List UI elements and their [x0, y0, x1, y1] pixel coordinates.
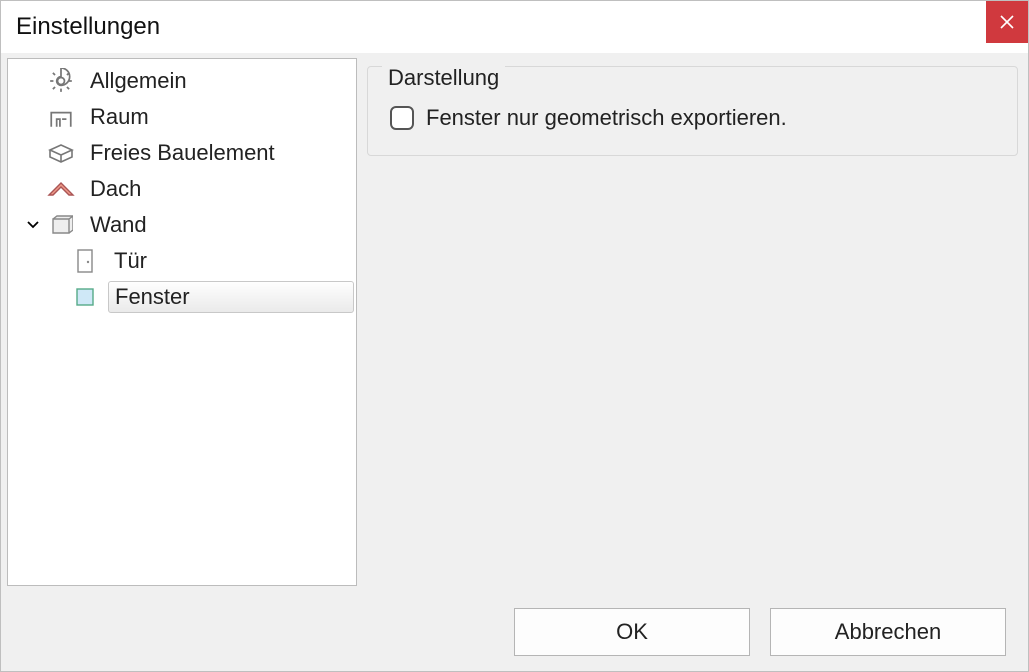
wall-icon [46, 211, 76, 239]
tree-item-label: Fenster [115, 284, 190, 309]
tree-item-label: Wand [90, 212, 147, 237]
darstellung-group: Darstellung Fenster nur geometrisch expo… [367, 66, 1018, 156]
tree-item-label: Freies Bauelement [90, 140, 275, 165]
checkbox-label: Fenster nur geometrisch exportieren. [426, 105, 787, 131]
tree-item-tuer[interactable]: Tür [8, 243, 356, 279]
window-icon [70, 283, 100, 311]
button-label: Abbrechen [835, 619, 941, 645]
ok-button[interactable]: OK [514, 608, 750, 656]
button-label: OK [616, 619, 648, 645]
tree-item-label: Raum [90, 104, 149, 129]
dialog-body: Allgemein Raum Freies Bauelement [1, 53, 1028, 593]
tree-item-dach[interactable]: Dach [8, 171, 356, 207]
tree-item-allgemein[interactable]: Allgemein [8, 63, 356, 99]
checkbox-row: Fenster nur geometrisch exportieren. [390, 105, 995, 131]
tree-item-freies-bauelement[interactable]: Freies Bauelement [8, 135, 356, 171]
cancel-button[interactable]: Abbrechen [770, 608, 1006, 656]
roof-icon [46, 175, 76, 203]
tree-item-wand[interactable]: Wand [8, 207, 356, 243]
box-icon [46, 139, 76, 167]
close-button[interactable] [986, 1, 1028, 43]
close-icon [1000, 15, 1014, 29]
category-tree: Allgemein Raum Freies Bauelement [7, 58, 357, 586]
settings-dialog: Einstellungen Allgemein Raum [0, 0, 1029, 672]
tree-item-label: Dach [90, 176, 141, 201]
geometric-export-checkbox[interactable] [390, 106, 414, 130]
tree-item-label: Allgemein [90, 68, 187, 93]
chevron-down-icon[interactable] [24, 219, 42, 231]
tree-item-label: Tür [114, 248, 147, 273]
gear-icon [46, 67, 76, 95]
room-icon [46, 103, 76, 131]
button-bar: OK Abbrechen [1, 593, 1028, 671]
group-title: Darstellung [382, 65, 505, 91]
window-title: Einstellungen [16, 13, 160, 41]
door-icon [70, 247, 100, 275]
titlebar: Einstellungen [1, 1, 1028, 53]
settings-panel: Darstellung Fenster nur geometrisch expo… [357, 54, 1028, 593]
tree-item-fenster[interactable]: Fenster [8, 279, 356, 315]
tree-item-raum[interactable]: Raum [8, 99, 356, 135]
